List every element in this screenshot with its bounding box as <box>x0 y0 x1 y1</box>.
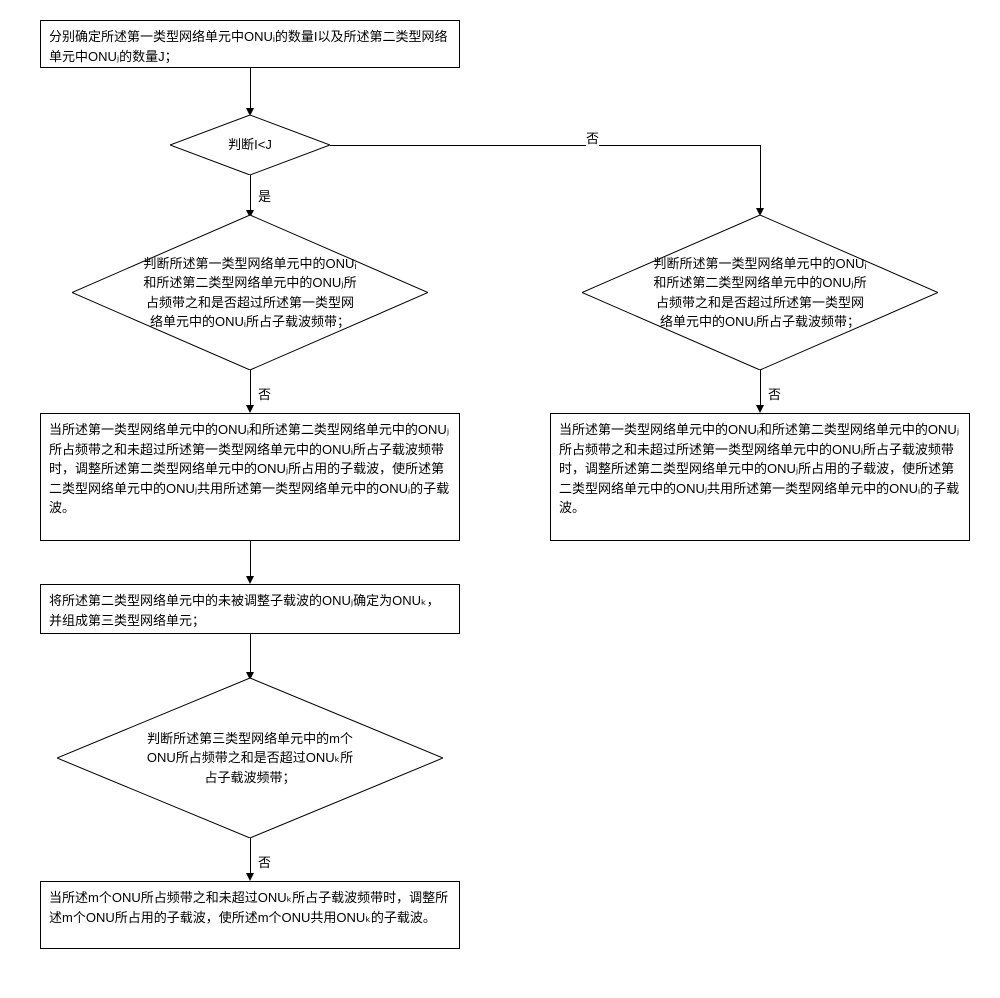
connector <box>760 145 761 210</box>
label-no: 否 <box>586 128 599 147</box>
connector <box>250 541 251 579</box>
label-no: 否 <box>258 384 271 403</box>
connector <box>250 175 251 212</box>
connector <box>250 370 251 408</box>
connector <box>250 68 251 110</box>
label-no: 否 <box>768 384 781 403</box>
arrow <box>756 405 764 413</box>
arrow <box>246 405 254 413</box>
connector <box>330 145 760 146</box>
label-no: 否 <box>258 852 271 871</box>
connector <box>760 370 761 408</box>
decision-m-onu: 判断所述第三类型网络单元中的m个ONU所占频带之和是否超过ONUₖ所占子载波频带… <box>57 678 443 838</box>
arrow <box>246 576 254 584</box>
decision-band-right: 判断所述第一类型网络单元中的ONUᵢ和所述第二类型网络单元中的ONUⱼ所占频带之… <box>582 215 938 370</box>
label-yes: 是 <box>258 186 271 205</box>
flowchart-canvas: 分别确定所述第一类型网络单元中ONUᵢ的数量I以及所述第二类型网络单元中ONUⱼ… <box>0 0 1000 998</box>
decision-band-right-text: 判断所述第一类型网络单元中的ONUᵢ和所述第二类型网络单元中的ONUⱼ所占频带之… <box>582 215 938 370</box>
decision-ij-text: 判断I<J <box>170 115 330 175</box>
arrow <box>246 873 254 881</box>
decision-band-left: 判断所述第一类型网络单元中的ONUᵢ和所述第二类型网络单元中的ONUⱼ所占频带之… <box>72 215 428 370</box>
process-box-1: 分别确定所述第一类型网络单元中ONUᵢ的数量I以及所述第二类型网络单元中ONUⱼ… <box>40 20 460 68</box>
process-adjust-right: 当所述第一类型网络单元中的ONUᵢ和所述第二类型网络单元中的ONUⱼ所占频带之和… <box>550 413 970 541</box>
process-m-onu-adjust: 当所述m个ONU所占频带之和未超过ONUₖ所占子载波频带时，调整所述m个ONU所… <box>40 881 460 949</box>
decision-ij: 判断I<J <box>170 115 330 175</box>
process-adjust-left: 当所述第一类型网络单元中的ONUᵢ和所述第二类型网络单元中的ONUⱼ所占频带之和… <box>40 413 460 541</box>
decision-band-left-text: 判断所述第一类型网络单元中的ONUᵢ和所述第二类型网络单元中的ONUⱼ所占频带之… <box>72 215 428 370</box>
connector <box>250 634 251 674</box>
connector <box>250 838 251 876</box>
decision-m-onu-text: 判断所述第三类型网络单元中的m个ONU所占频带之和是否超过ONUₖ所占子载波频带… <box>57 678 443 838</box>
process-onuk: 将所述第二类型网络单元中的未被调整子载波的ONUⱼ确定为ONUₖ，并组成第三类型… <box>40 584 460 634</box>
